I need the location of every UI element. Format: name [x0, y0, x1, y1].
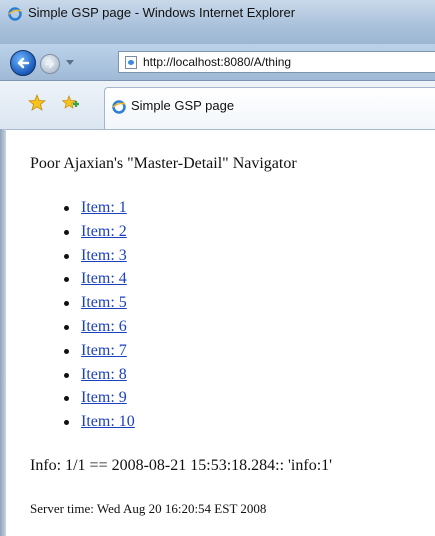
tab-label: Simple GSP page	[131, 98, 235, 113]
list-item: Item: 3	[30, 246, 135, 270]
add-favorites-icon[interactable]	[62, 95, 80, 111]
back-arrow-icon	[17, 57, 30, 69]
item-link[interactable]: Item: 2	[81, 223, 127, 240]
bullet-icon	[64, 348, 69, 354]
ie-page-icon	[112, 100, 126, 114]
history-dropdown-icon[interactable]	[66, 60, 74, 65]
bullet-icon	[64, 420, 69, 426]
favorites-star-icon[interactable]	[28, 94, 46, 112]
item-link[interactable]: Item: 7	[81, 342, 127, 359]
item-link[interactable]: Item: 10	[81, 413, 135, 430]
page-heading: Poor Ajaxian's "Master-Detail" Navigator	[30, 155, 297, 172]
item-link[interactable]: Item: 1	[81, 199, 127, 216]
tab-bar: Simple GSP page	[0, 81, 435, 130]
item-link[interactable]: Item: 3	[81, 247, 127, 264]
tab-simple-gsp-page[interactable]: Simple GSP page	[104, 87, 435, 129]
info-text: Info: 1/1 == 2008-08-21 15:53:18.284:: '…	[30, 457, 333, 474]
forward-arrow-icon	[45, 60, 55, 68]
bullet-icon	[64, 372, 69, 378]
ie-logo-icon	[8, 7, 22, 21]
window-title: Simple GSP page - Windows Internet Explo…	[28, 5, 296, 20]
address-bar[interactable]: http://localhost:8080/A/thing	[118, 51, 435, 73]
bullet-icon	[64, 253, 69, 259]
item-link[interactable]: Item: 6	[81, 318, 127, 335]
title-bar: Simple GSP page - Windows Internet Explo…	[0, 0, 435, 45]
window-frame-left	[0, 129, 6, 536]
list-item: Item: 5	[30, 293, 135, 317]
forward-button[interactable]	[40, 54, 60, 74]
item-list: Item: 1 Item: 2 Item: 3 Item: 4 Item: 5 …	[30, 198, 135, 436]
bullet-icon	[64, 396, 69, 402]
list-item: Item: 7	[30, 341, 135, 365]
item-link[interactable]: Item: 8	[81, 366, 127, 383]
navigation-bar: http://localhost:8080/A/thing	[0, 44, 435, 81]
list-item: Item: 8	[30, 365, 135, 389]
back-button[interactable]	[10, 50, 36, 76]
list-item: Item: 10	[30, 412, 135, 436]
bullet-icon	[64, 277, 69, 283]
bullet-icon	[64, 229, 69, 235]
server-time-text: Server time: Wed Aug 20 16:20:54 EST 200…	[30, 501, 267, 516]
item-link[interactable]: Item: 4	[81, 270, 127, 287]
list-item: Item: 4	[30, 269, 135, 293]
url-text[interactable]: http://localhost:8080/A/thing	[143, 55, 291, 69]
item-link[interactable]: Item: 5	[81, 294, 127, 311]
list-item: Item: 9	[30, 388, 135, 412]
bullet-icon	[64, 301, 69, 307]
bullet-icon	[64, 206, 69, 211]
list-item: Item: 6	[30, 317, 135, 341]
bullet-icon	[64, 324, 69, 330]
item-link[interactable]: Item: 9	[81, 389, 127, 406]
list-item: Item: 2	[30, 222, 135, 246]
list-item: Item: 1	[30, 198, 135, 222]
page-icon	[125, 56, 137, 69]
